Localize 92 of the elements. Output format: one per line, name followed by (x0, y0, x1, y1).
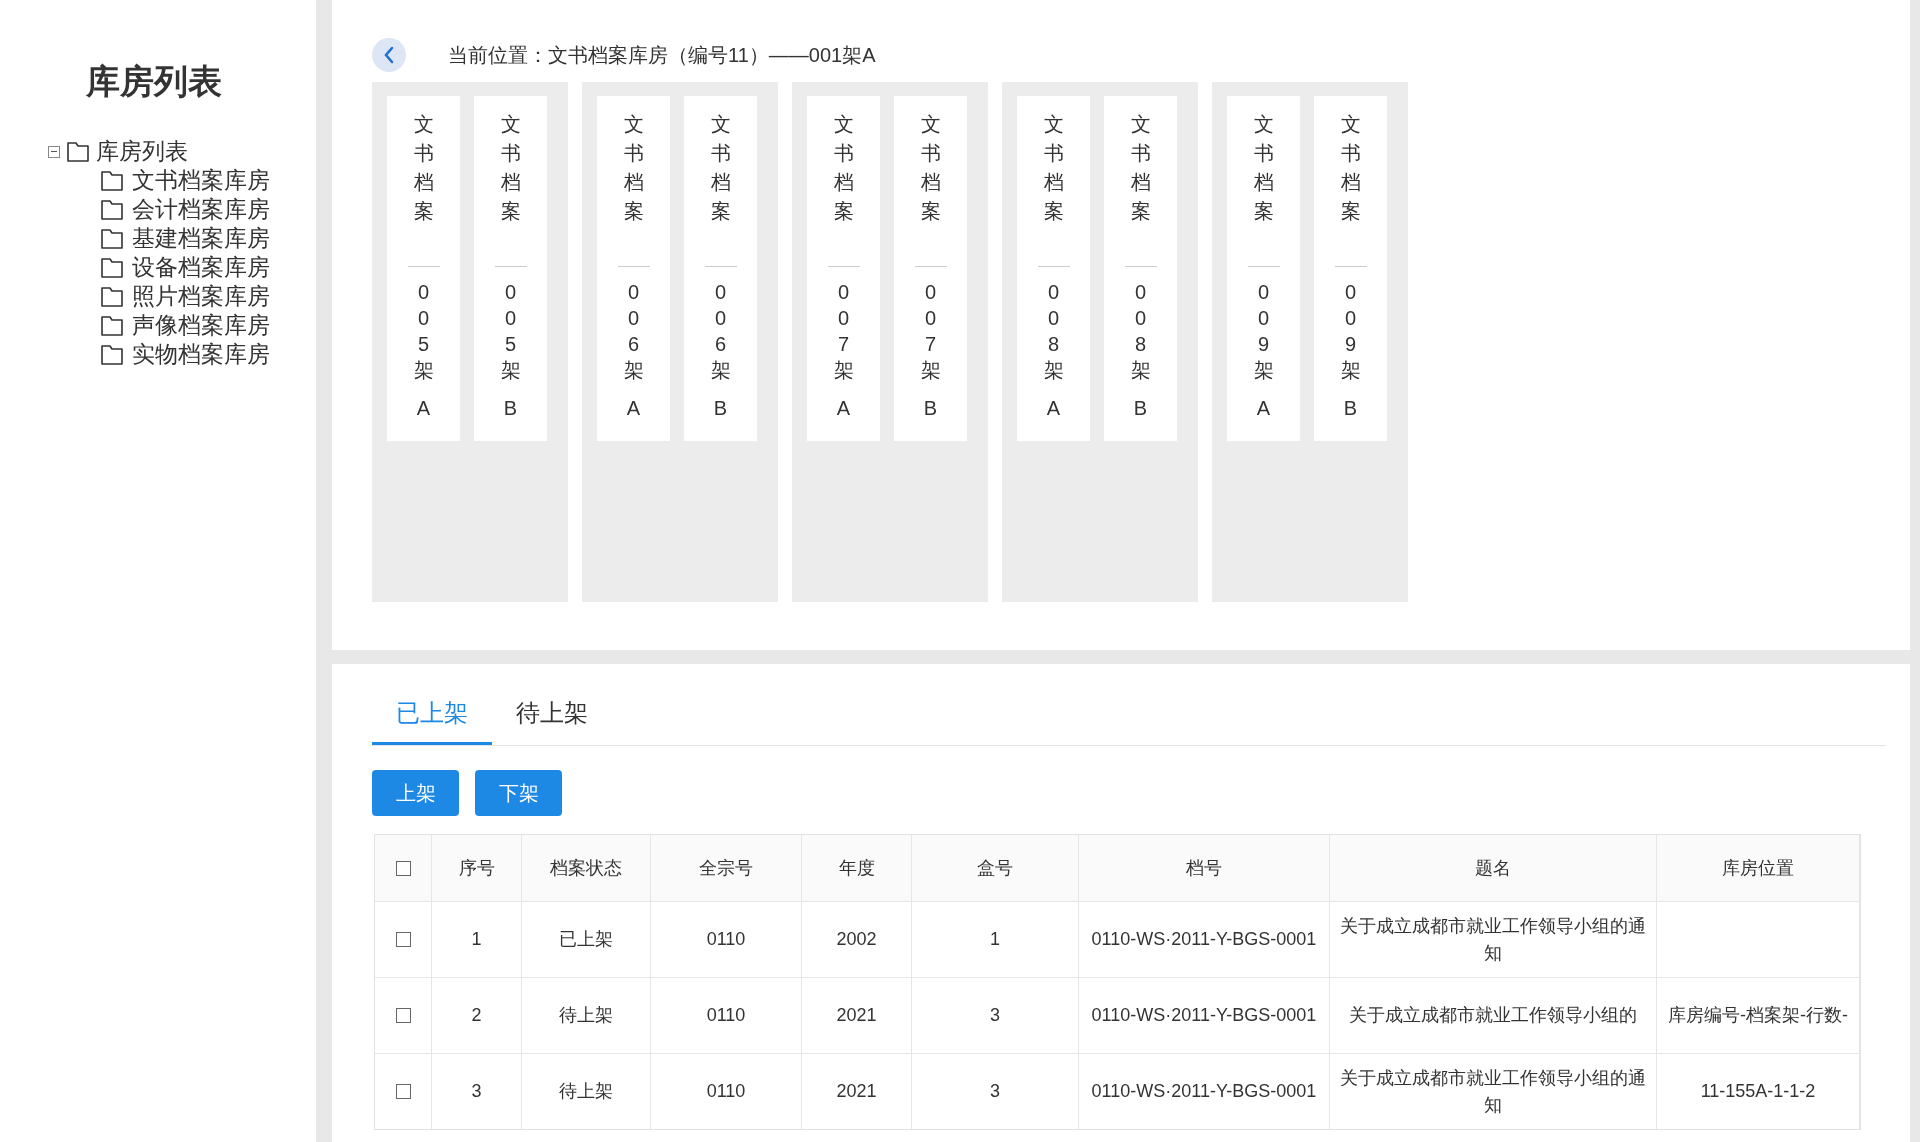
table-cell-text: 1 (990, 928, 1000, 951)
shelf-label: 文书档案 (1340, 112, 1361, 224)
sidebar-title: 库房列表 (85, 61, 223, 102)
table-cell-text: 11-155A-1-1-2 (1700, 1080, 1816, 1103)
column-header: 档号 (1186, 856, 1222, 880)
action-button[interactable]: 下架 (475, 770, 562, 816)
column-header: 盒号 (977, 856, 1013, 880)
table-cell-text: 0110-WS·2011-Y-BGS-0001 (1091, 1080, 1317, 1103)
folder-icon (66, 140, 90, 163)
shelf-unit[interactable]: 文书档案 005架 A (387, 96, 460, 441)
shelf-side: B (1133, 396, 1148, 421)
table-cell-text: 3 (990, 1004, 1000, 1027)
shelf-label: 文书档案 (920, 112, 941, 224)
shelf-code: 009架 (1340, 280, 1361, 383)
shelf-side: B (503, 396, 518, 421)
back-button[interactable] (372, 38, 406, 72)
shelf-code: 009架 (1253, 280, 1274, 383)
shelf-unit[interactable]: 文书档案 006架 B (684, 96, 757, 441)
tab[interactable]: 已上架 (372, 684, 492, 745)
checkbox[interactable] (395, 932, 411, 947)
table-cell-text: 0110 (706, 1080, 746, 1103)
folder-icon (100, 227, 124, 250)
table-cell-text: 3 (471, 1080, 482, 1103)
table-cell-text: 2021 (836, 1004, 877, 1027)
shelf-label: 文书档案 (710, 112, 731, 224)
table-cell-text: 库房编号-档案架-行数- (1668, 1004, 1848, 1027)
shelf-side: A (836, 396, 851, 421)
shelf-label: 文书档案 (500, 112, 521, 224)
shelf-side: A (1046, 396, 1061, 421)
shelf-code: 007架 (920, 280, 941, 383)
column-header: 序号 (458, 856, 495, 880)
shelf-code: 005架 (413, 280, 434, 383)
folder-icon (100, 343, 124, 366)
shelf-label: 文书档案 (1043, 112, 1064, 224)
table-cell-text: 1 (471, 928, 482, 951)
folder-icon (100, 198, 124, 221)
back-icon (382, 46, 396, 64)
shelf-side: B (1343, 396, 1358, 421)
column-header: 年度 (838, 856, 875, 880)
collapse-toggle[interactable] (48, 145, 60, 158)
shelf-side: B (713, 396, 728, 421)
shelf-unit[interactable]: 文书档案 007架 A (807, 96, 880, 441)
shelf-unit[interactable]: 文书档案 009架 B (1314, 96, 1387, 441)
shelf-side: B (923, 396, 938, 421)
folder-icon (100, 314, 124, 337)
shelf-code: 006架 (710, 280, 731, 383)
tab[interactable]: 待上架 (492, 684, 612, 745)
checkbox[interactable] (395, 1008, 411, 1023)
shelf-label: 文书档案 (623, 112, 644, 224)
shelf-unit[interactable]: 文书档案 005架 B (474, 96, 547, 441)
table-cell-text: 关于成立成都市就业工作领导小组的通知 (1339, 1066, 1647, 1117)
shelf-unit[interactable]: 文书档案 008架 A (1017, 96, 1090, 441)
breadcrumb: 当前位置：文书档案库房（编号11）——001架A (448, 43, 876, 68)
shelf-label: 文书档案 (413, 112, 434, 224)
shelf-label: 文书档案 (1253, 112, 1274, 224)
shelf-code: 006架 (623, 280, 644, 383)
table-cell-text: 0110-WS·2011-Y-BGS-0001 (1091, 928, 1317, 951)
shelf-unit[interactable]: 文书档案 009架 A (1227, 96, 1300, 441)
shelf-code: 008架 (1043, 280, 1064, 383)
folder-icon (100, 169, 124, 192)
shelf-side: A (626, 396, 641, 421)
table-cell-text: 0110 (706, 928, 746, 951)
column-header: 档案状态 (550, 856, 622, 880)
table-cell-text: 已上架 (559, 928, 613, 951)
table-cell-text: 2002 (836, 928, 877, 951)
shelf-label: 文书档案 (1130, 112, 1151, 224)
shelf-unit[interactable]: 文书档案 007架 B (894, 96, 967, 441)
column-header: 全宗号 (699, 856, 753, 880)
shelf-unit[interactable]: 文书档案 006架 A (597, 96, 670, 441)
action-button[interactable]: 上架 (372, 770, 459, 816)
folder-icon (100, 256, 124, 279)
shelf-label: 文书档案 (833, 112, 854, 224)
table-cell-text: 待上架 (559, 1004, 613, 1027)
shelf-side: A (416, 396, 431, 421)
shelf-code: 008架 (1130, 280, 1151, 383)
column-header: 库房位置 (1722, 856, 1794, 880)
folder-icon (100, 285, 124, 308)
shelf-unit[interactable]: 文书档案 008架 B (1104, 96, 1177, 441)
table-cell-text: 待上架 (559, 1080, 613, 1103)
table-cell-text: 3 (990, 1080, 1000, 1103)
shelf-code: 007架 (833, 280, 854, 383)
shelf-code: 005架 (500, 280, 521, 383)
checkbox[interactable] (395, 860, 411, 876)
checkbox[interactable] (395, 1084, 411, 1099)
shelf-side: A (1256, 396, 1271, 421)
table-cell-text: 2 (471, 1004, 482, 1027)
table-cell-text: 0110 (706, 1004, 746, 1027)
column-header: 题名 (1475, 856, 1511, 880)
table-cell-text: 关于成立成都市就业工作领导小组的 (1349, 1004, 1637, 1027)
table-cell-text: 2021 (836, 1080, 877, 1103)
table-cell-text: 关于成立成都市就业工作领导小组的通知 (1339, 914, 1647, 965)
table-cell-text: 0110-WS·2011-Y-BGS-0001 (1091, 1004, 1317, 1027)
